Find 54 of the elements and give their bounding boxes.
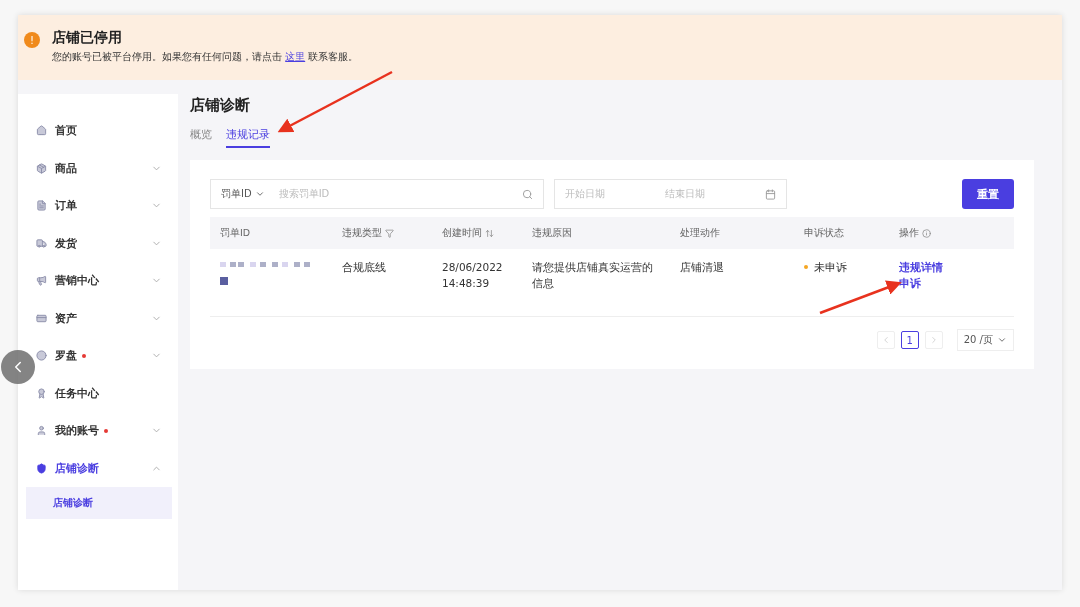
- info-icon: [922, 228, 931, 238]
- previous-page-button[interactable]: [876, 331, 895, 349]
- next-page-button[interactable]: [924, 331, 943, 349]
- home-icon: [36, 125, 47, 137]
- sort-icon: [485, 228, 494, 238]
- sidebar-item[interactable]: 订单: [36, 187, 178, 225]
- sidebar-item[interactable]: 营销中心: [36, 262, 178, 300]
- column-header: 违规原因: [532, 226, 572, 240]
- sidebar-item[interactable]: 商品: [36, 149, 178, 187]
- table-cell-text: 请您提供店铺真实运营的信息: [531, 260, 654, 291]
- chevron-down-icon: [997, 335, 1007, 345]
- user-icon: [36, 425, 47, 437]
- document-icon: [36, 200, 47, 212]
- status-text: 未申诉: [814, 260, 847, 275]
- sidebar-item[interactable]: 店铺诊断: [36, 449, 178, 487]
- column-header: 违规类型: [342, 226, 382, 240]
- table-cell-text: 合规底线: [341, 260, 387, 275]
- megaphone-icon: [36, 275, 47, 287]
- search-icon: [522, 188, 533, 200]
- sidebar-item[interactable]: 罗盘: [36, 337, 178, 375]
- filter-icon: [385, 228, 394, 238]
- calendar-icon: [765, 188, 776, 200]
- column-header: 处理动作: [680, 226, 720, 240]
- sidebar-item[interactable]: 首页: [36, 112, 178, 150]
- page-size-select[interactable]: 20 /页: [956, 329, 1014, 351]
- compass-icon: [36, 350, 47, 362]
- tab[interactable]: 违规记录: [226, 127, 270, 148]
- column-header: 创建时间: [442, 226, 482, 240]
- reset-button[interactable]: 重置: [962, 179, 1014, 209]
- table-cell-text: 14:48:39: [442, 276, 491, 291]
- column-header: 操作: [899, 226, 919, 240]
- action-link[interactable]: 违规详情: [899, 259, 1004, 275]
- sidebar-item[interactable]: 发货: [36, 224, 178, 262]
- page-button[interactable]: 1: [900, 331, 919, 349]
- sidebar-subitem[interactable]: 店铺诊断: [26, 487, 172, 519]
- warning-icon: !: [24, 32, 40, 48]
- banner-title: 店铺已停用: [52, 29, 123, 47]
- medal-icon: [36, 387, 47, 399]
- column-header: 罚单ID: [220, 226, 251, 240]
- card-icon: [36, 312, 47, 324]
- box-icon: [36, 162, 47, 174]
- sidebar-item[interactable]: 我的账号: [36, 412, 178, 450]
- banner-message: 您的账号已被平台停用。如果您有任何问题，请点击 这里 联系客服。: [52, 50, 359, 64]
- sidebar-item[interactable]: 任务中心: [36, 374, 178, 412]
- table-cell-text: 店铺清退: [679, 260, 725, 275]
- contact-link[interactable]: 这里: [285, 51, 306, 62]
- column-header: 申诉状态: [804, 226, 844, 240]
- truck-icon: [36, 237, 47, 249]
- collapse-button[interactable]: [1, 350, 35, 384]
- shield-icon: [36, 462, 47, 474]
- sidebar-item[interactable]: 资产: [36, 299, 178, 337]
- page-title: 店铺诊断: [190, 96, 251, 115]
- table-cell-text: 28/06/2022: [442, 260, 504, 275]
- chevron-down-icon: [254, 189, 265, 199]
